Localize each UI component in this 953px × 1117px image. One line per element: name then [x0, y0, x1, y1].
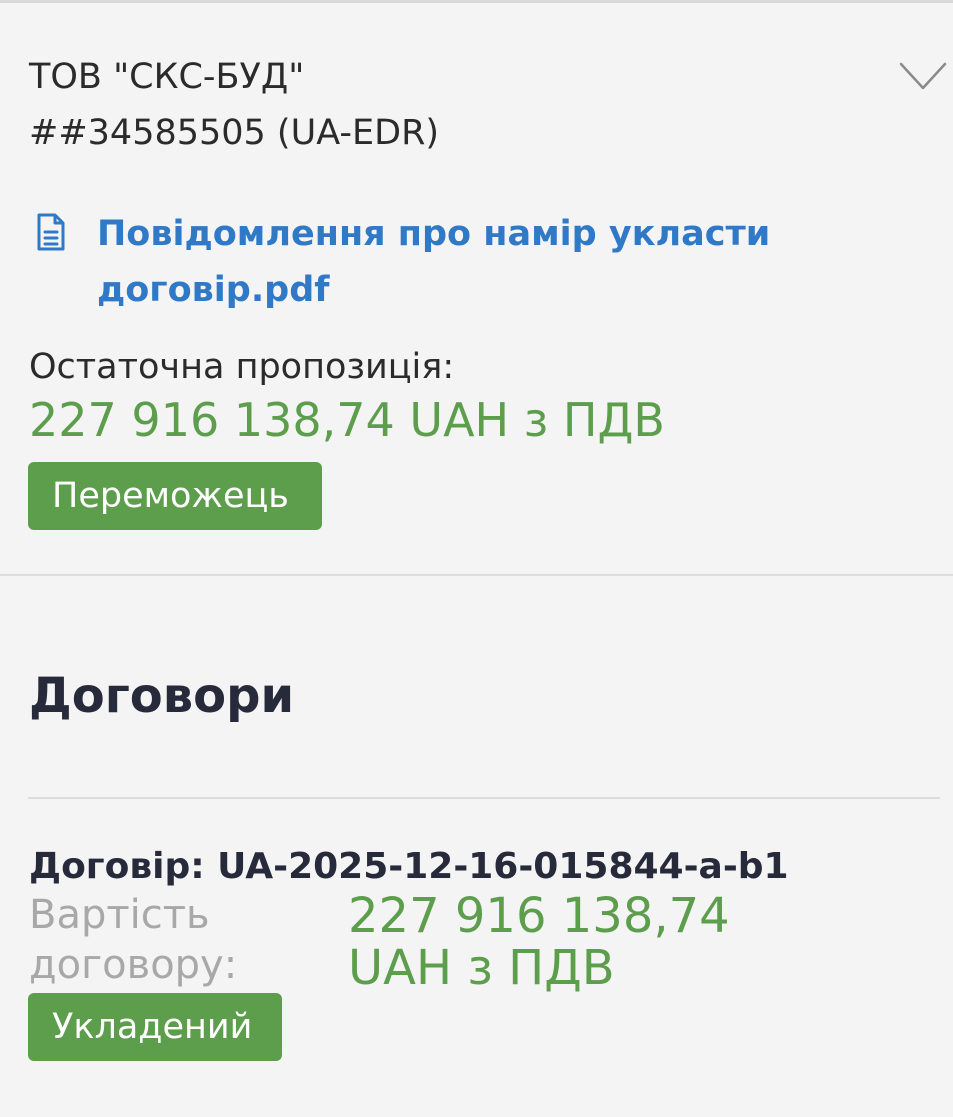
contract-title: Договір: UA-2025-12-16-015844-a-b1 — [29, 846, 789, 887]
final-offer-label: Остаточна пропозиція: — [29, 347, 455, 387]
chevron-down-icon[interactable] — [898, 58, 948, 94]
winner-badge: Переможець — [28, 462, 322, 530]
contract-cost-value: 227 916 138,74 UAH з ПДВ — [348, 888, 730, 996]
final-offer-value: 227 916 138,74 UAH з ПДВ — [29, 393, 665, 447]
document-icon — [37, 213, 65, 251]
contracts-section-title: Договори — [29, 668, 295, 724]
bidder-name: ТОВ "СКС-БУД" — [29, 57, 305, 97]
contracts-divider — [28, 797, 940, 799]
document-link[interactable]: Повідомлення про намір укласти договір.p… — [97, 206, 817, 318]
contract-cost-label: Вартість договору: — [29, 892, 238, 988]
section-divider — [0, 574, 953, 576]
contract-status-badge: Укладений — [28, 993, 282, 1061]
bidder-edr-id: ##34585505 (UA-EDR) — [29, 113, 440, 153]
top-divider — [0, 0, 953, 3]
